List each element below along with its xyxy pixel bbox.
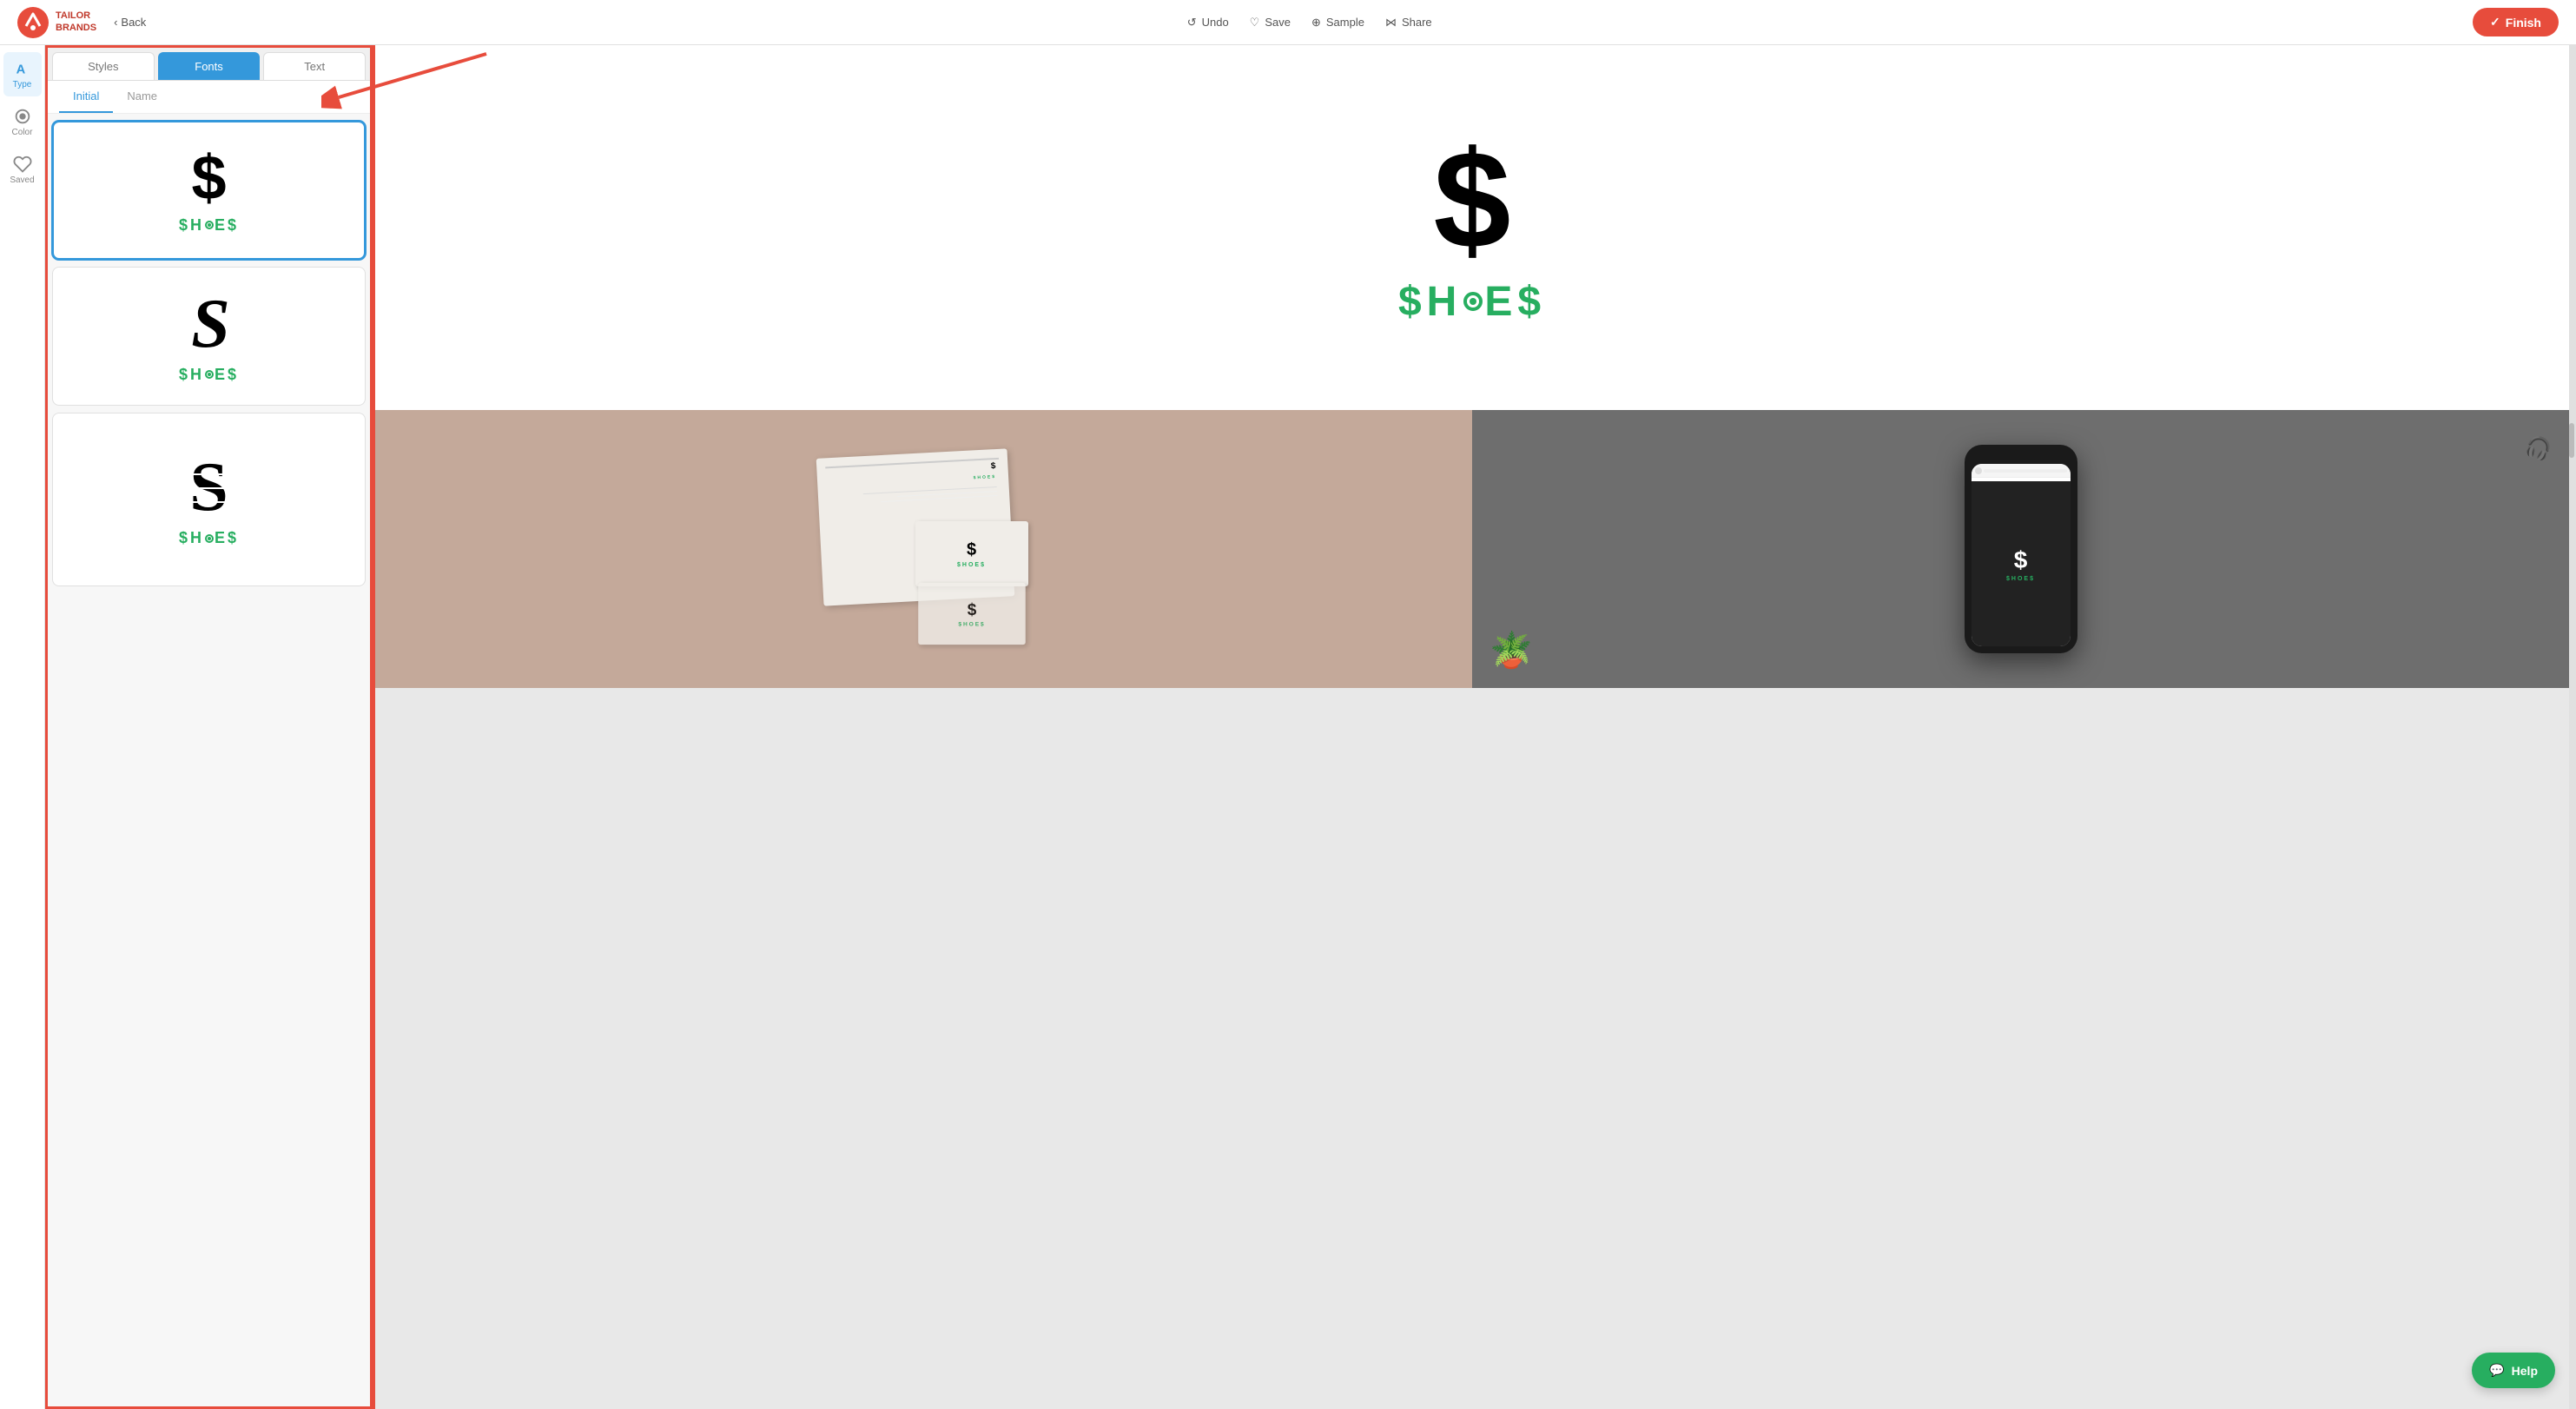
phone-logo-symbol: $ — [2014, 546, 2028, 574]
save-label: Save — [1265, 16, 1291, 29]
back-button[interactable]: ‹ Back — [114, 16, 146, 29]
scrollbar-thumb[interactable] — [2569, 423, 2574, 458]
share-icon: ⋈ — [1385, 16, 1397, 30]
header-actions: ↺ Undo ♡ Save ⊕ Sample ⋈ Share — [1187, 16, 1432, 30]
preview-brand-name: $H E$ — [1398, 278, 1546, 326]
font-brand-display-3: $HE$ — [179, 529, 239, 547]
business-card-top: $ $HOE$ — [915, 521, 1028, 586]
plant-decoration: 🪴 — [1489, 630, 1533, 671]
font-initial-display-1: $ — [191, 147, 226, 209]
tab-text[interactable]: Text — [263, 52, 366, 80]
panel-sub-tabs: Initial Name — [45, 81, 373, 114]
save-button[interactable]: ♡ Save — [1250, 16, 1291, 30]
stationery-mockup: $ $HOE$ $ $HOE$ $ — [375, 410, 1472, 688]
share-label: Share — [1402, 16, 1432, 29]
sidebar-item-type[interactable]: A Type — [3, 52, 42, 96]
tab-fonts[interactable]: Fonts — [158, 52, 261, 80]
help-button[interactable]: 💬 Help — [2472, 1353, 2555, 1388]
sub-tab-name[interactable]: Name — [113, 81, 171, 113]
color-icon — [13, 107, 32, 126]
brand-name: TAILOR BRANDS — [56, 10, 96, 33]
main-scrollbar[interactable] — [2569, 45, 2576, 1409]
phone-screen: $ $HOE$ — [1972, 464, 2071, 646]
font-list: $ $HE$ S $HE$ S — [45, 114, 373, 1409]
font-initial-display-2: S — [191, 289, 227, 359]
stationery-stack: $ $HOE$ $ $HOE$ $ — [811, 445, 1037, 653]
phone-notch — [2004, 452, 2038, 457]
sub-tab-initial[interactable]: Initial — [59, 81, 113, 113]
logo-icon — [17, 7, 49, 38]
font-brand-display-2: $HE$ — [179, 366, 239, 384]
type-icon: A — [13, 59, 32, 78]
font-card-3[interactable]: S $HE$ — [52, 413, 366, 586]
earphones-decoration: 🎧 — [2522, 433, 2555, 465]
business-card-bottom: $ $HOE$ — [918, 583, 1026, 645]
phone-mockup-container: 🪴 $ $HOE$ — [1472, 410, 2569, 688]
header-left: TAILOR BRANDS ‹ Back — [17, 7, 146, 38]
undo-label: Undo — [1202, 16, 1229, 29]
sidebar-color-label: Color — [12, 128, 33, 137]
panel-tab-bar: Styles Fonts Text — [45, 45, 373, 81]
logo-preview: $ $H E$ — [375, 45, 2569, 410]
font-brand-display-1: $HE$ — [179, 216, 239, 235]
finish-label: Finish — [2506, 16, 2541, 30]
tab-styles[interactable]: Styles — [52, 52, 155, 80]
heart-saved-icon — [13, 155, 32, 174]
sidebar-saved-label: Saved — [10, 175, 34, 185]
back-chevron-icon: ‹ — [114, 16, 117, 29]
font-initial-display-3: S — [189, 452, 228, 522]
card-stack: $ $HOE$ $ $HOE$ — [915, 521, 1028, 653]
heart-icon: ♡ — [1250, 16, 1260, 30]
back-label: Back — [121, 16, 146, 29]
chat-icon: 💬 — [2489, 1363, 2504, 1378]
undo-button[interactable]: ↺ Undo — [1187, 16, 1229, 30]
sidebar-type-label: Type — [13, 80, 32, 89]
help-label: Help — [2512, 1364, 2538, 1378]
canvas-area: $ $H E$ $ $HOE$ — [375, 45, 2569, 1409]
preview-symbol: $ — [1434, 130, 1511, 269]
app-header: TAILOR BRANDS ‹ Back ↺ Undo ♡ Save ⊕ Sam… — [0, 0, 2576, 45]
mockup-section: $ $HOE$ $ $HOE$ $ — [375, 410, 2569, 688]
preview-circle-icon — [1463, 292, 1483, 311]
font-card-2[interactable]: S $HE$ — [52, 267, 366, 406]
logo: TAILOR BRANDS — [17, 7, 96, 38]
sidebar-item-saved[interactable]: Saved — [3, 148, 42, 192]
phone-logo-brand: $HOE$ — [2006, 576, 2035, 582]
sample-label: Sample — [1326, 16, 1364, 29]
phone-device: $ $HOE$ — [1965, 445, 2077, 653]
sidebar-icons: A Type Color Saved — [0, 45, 45, 1409]
undo-icon: ↺ — [1187, 16, 1197, 30]
main-layout: A Type Color Saved Styles Fonts Text — [0, 45, 2576, 1409]
finish-button[interactable]: ✓ Finish — [2473, 8, 2559, 36]
sidebar-item-color[interactable]: Color — [3, 100, 42, 144]
font-card-1[interactable]: $ $HE$ — [52, 121, 366, 260]
sample-icon: ⊕ — [1311, 16, 1321, 30]
checkmark-icon: ✓ — [2490, 15, 2500, 30]
svg-text:A: A — [16, 63, 25, 77]
share-button[interactable]: ⋈ Share — [1385, 16, 1432, 30]
fonts-panel: Styles Fonts Text Initial Name $ $HE$ S … — [45, 45, 375, 1409]
sample-button[interactable]: ⊕ Sample — [1311, 16, 1364, 30]
